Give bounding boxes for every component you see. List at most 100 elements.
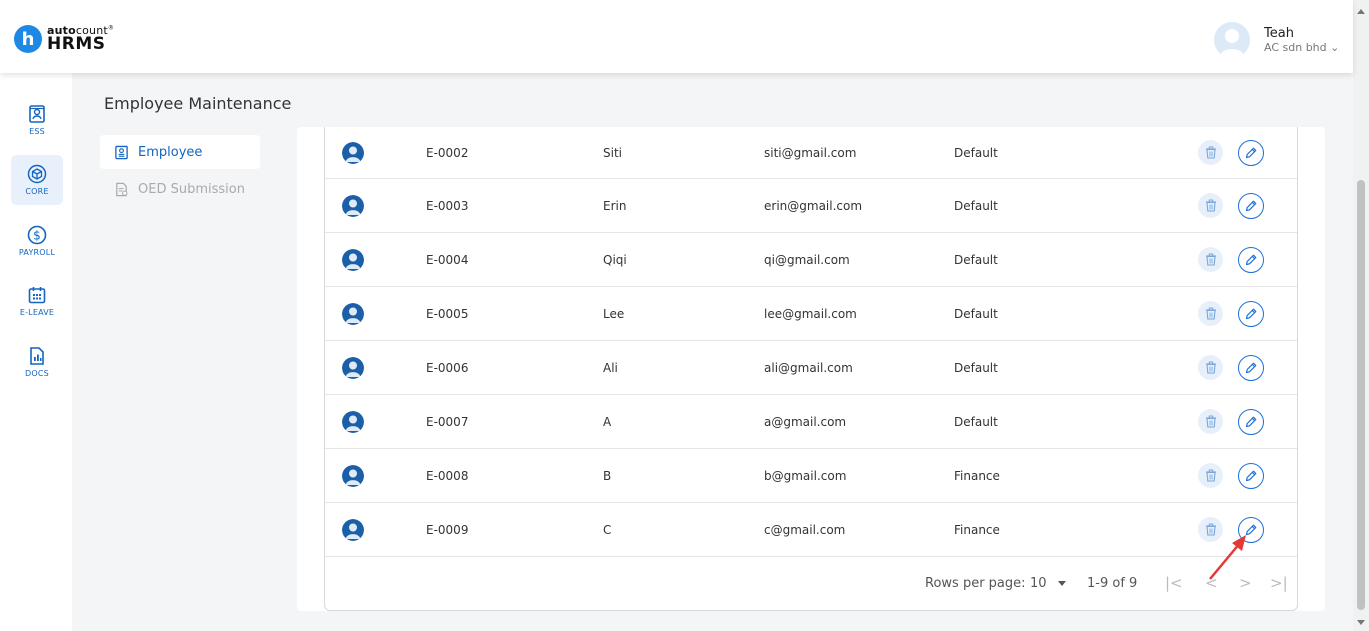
delete-button[interactable] [1198,355,1223,380]
sidebar-item-ess[interactable]: ESS [11,95,63,145]
employee-avatar-icon [342,356,364,379]
employee-code: E-0009 [426,522,469,537]
table-row[interactable]: E-0004 Qiqi qi@gmail.com Default [325,233,1297,287]
subnav-item-label: OED Submission [138,181,245,197]
rows-per-page-select[interactable]: 10 [1030,576,1066,591]
table-row[interactable]: E-0008 Bb@gmail.com Finance [325,449,1297,503]
top-header: h autocount® HRMS Teah AC sdn bhd ⌄ [0,0,1353,73]
next-page-button[interactable]: > [1239,574,1252,592]
edit-button[interactable] [1238,354,1264,381]
pencil-icon [1244,415,1258,429]
calendar-icon [28,287,46,304]
employee-name: A [603,414,612,429]
pencil-icon [1244,523,1258,537]
employee-department: Default [954,252,998,267]
employee-name: C [603,522,612,537]
sidebar-item-e-leave[interactable]: E-LEAVE [11,276,63,326]
page-scrollbar[interactable] [1353,0,1369,631]
employee-department: Default [954,360,998,375]
subnav-item-oed-submission[interactable]: OED Submission [100,172,260,206]
trash-icon [1205,146,1217,159]
employee-code: E-0007 [426,414,469,429]
employee-email: siti@gmail.com [764,145,857,160]
sidebar-item-core[interactable]: CORE [11,155,63,205]
app-logo[interactable]: h autocount® HRMS [14,25,114,53]
user-avatar-icon [1214,22,1250,58]
employee-department: Finance [954,468,1000,483]
employee-code: E-0004 [426,252,469,267]
sidebar-item-docs[interactable]: DOCS [11,337,63,387]
employee-name: Siti [603,145,622,160]
edit-button[interactable] [1238,246,1264,273]
page-title: Employee Maintenance [104,94,292,113]
pencil-icon [1244,307,1258,321]
employee-department: Default [954,145,998,160]
employee-code: E-0003 [426,198,469,213]
edit-button[interactable] [1238,516,1264,543]
sidebar-item-label: CORE [25,187,49,196]
employee-email: ali@gmail.com [764,360,853,375]
edit-button[interactable] [1238,139,1264,166]
employee-code: E-0006 [426,360,469,375]
table-row[interactable]: E-0009 Cc@gmail.com Finance [325,503,1297,557]
edit-button[interactable] [1238,408,1264,435]
user-menu[interactable]: Teah AC sdn bhd ⌄ [1214,22,1339,58]
employee-avatar-icon [342,248,364,271]
sidebar-item-label: ESS [29,127,45,136]
delete-button[interactable] [1198,247,1223,272]
employee-department: Default [954,414,998,429]
subnav-item-label: Employee [138,144,203,160]
subnav-item-employee[interactable]: Employee [100,135,260,169]
employee-code: E-0005 [426,306,469,321]
delete-button[interactable] [1198,301,1223,326]
pencil-icon [1244,146,1258,160]
employee-avatar-icon [342,141,364,164]
table-row[interactable]: E-0003 Erin erin@gmail.com Default [325,179,1297,233]
table-row[interactable]: E-0007 Aa@gmail.com Default [325,395,1297,449]
trash-icon [1205,415,1217,428]
sidebar: ESS CORE $ PAYROLL E-LEAVE DOCS [0,73,72,631]
rows-per-page-label: Rows per page: [925,575,1026,591]
trash-icon [1205,307,1217,320]
table-row[interactable]: E-0005 Lee lee@gmail.com Default [325,287,1297,341]
trash-icon [1205,523,1217,536]
pencil-icon [1244,199,1258,213]
delete-button[interactable] [1198,193,1223,218]
employee-table: E-0002 Siti siti@gmail.com Default E-0003 Eri… [324,127,1298,611]
chevron-down-icon: ⌄ [1330,41,1340,55]
delete-button[interactable] [1198,409,1223,434]
delete-button[interactable] [1198,140,1223,165]
employee-email: lee@gmail.com [764,306,857,321]
user-name: Teah [1264,25,1294,41]
edit-button[interactable] [1238,300,1264,327]
trash-icon [1205,253,1217,266]
sidebar-item-label: DOCS [25,369,49,378]
delete-button[interactable] [1198,517,1223,542]
previous-page-button[interactable]: < [1205,574,1218,592]
edit-button[interactable] [1238,192,1264,219]
edit-button[interactable] [1238,462,1264,489]
employee-avatar-icon [342,194,364,217]
caret-down-icon [1057,580,1066,586]
profile-card-icon [29,105,45,123]
sidebar-item-payroll[interactable]: $ PAYROLL [11,216,63,266]
employee-email: qi@gmail.com [764,252,850,267]
document-chart-icon [30,347,44,365]
scroll-thumb[interactable] [1357,180,1365,610]
scroll-down-arrow-icon[interactable] [1357,620,1365,625]
sidebar-item-label: E-LEAVE [19,308,55,317]
svg-text:$: $ [33,229,41,243]
employee-name: B [603,468,612,483]
scroll-up-arrow-icon[interactable] [1357,9,1365,14]
employee-avatar-icon [342,464,364,487]
rows-per-page-value: 10 [1030,575,1047,591]
table-row[interactable]: E-0002 Siti siti@gmail.com Default [325,127,1297,179]
table-row[interactable]: E-0006 Ali ali@gmail.com Default [325,341,1297,395]
trash-icon [1205,469,1217,482]
sub-navigation: Employee OED Submission [100,135,260,209]
last-page-button[interactable]: >| [1270,574,1288,592]
employee-avatar-icon [342,410,364,433]
first-page-button[interactable]: |< [1165,574,1183,592]
pencil-icon [1244,469,1258,483]
delete-button[interactable] [1198,463,1223,488]
